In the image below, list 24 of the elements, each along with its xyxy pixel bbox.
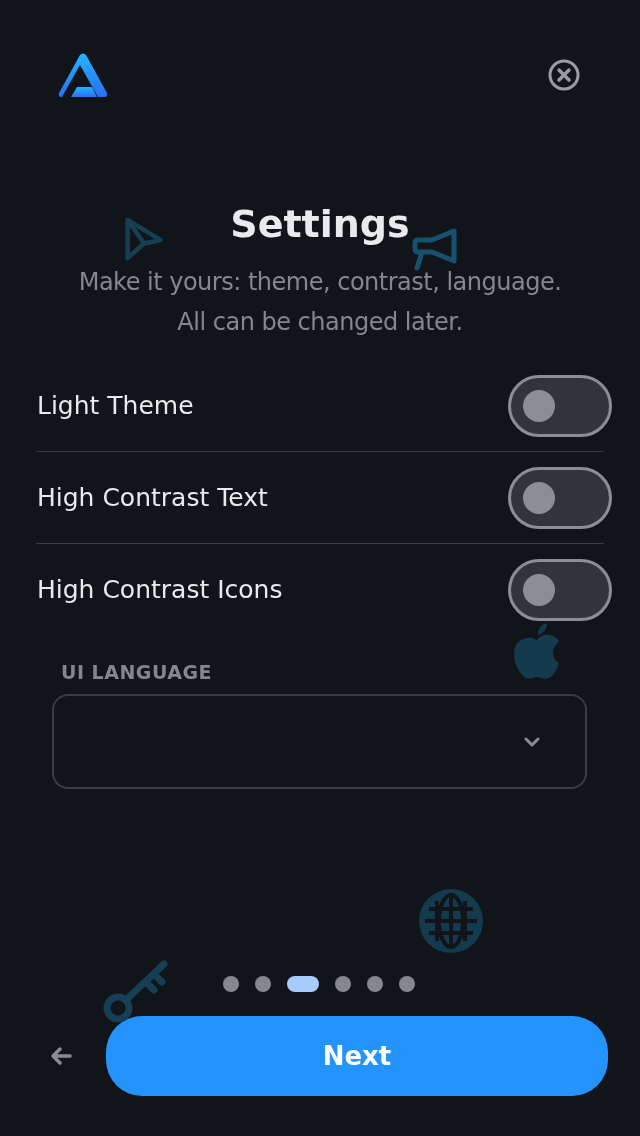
back-button[interactable] [48,1044,74,1068]
page-indicator-dot[interactable] [398,976,415,992]
page-indicator-dot[interactable] [334,976,351,992]
logo-icon [58,52,108,98]
setting-label: High Contrast Text [36,483,268,512]
close-icon [548,59,580,91]
setting-label: Light Theme [36,391,194,420]
subtitle-text: Make it yours: theme, contrast, language. [78,267,562,298]
field-label: UI LANGUAGE [60,661,214,683]
chevron-down-icon [523,735,541,748]
paper-plane-icon [124,216,164,262]
megaphone-icon [412,228,458,272]
page-indicator-dot[interactable] [222,976,239,992]
close-button[interactable] [548,59,580,91]
setting-label: High Contrast Icons [36,575,283,604]
page-title: Settings [230,201,410,248]
next-button[interactable]: Next [106,1016,608,1096]
page-indicator-dot[interactable] [366,976,383,992]
back-arrow-icon [50,1046,72,1066]
page-indicator-dot[interactable] [254,976,271,992]
apple-icon [513,622,561,680]
key-icon [102,960,170,1024]
globe-icon [417,887,485,955]
subtitle-text: All can be changed later. [177,307,463,338]
